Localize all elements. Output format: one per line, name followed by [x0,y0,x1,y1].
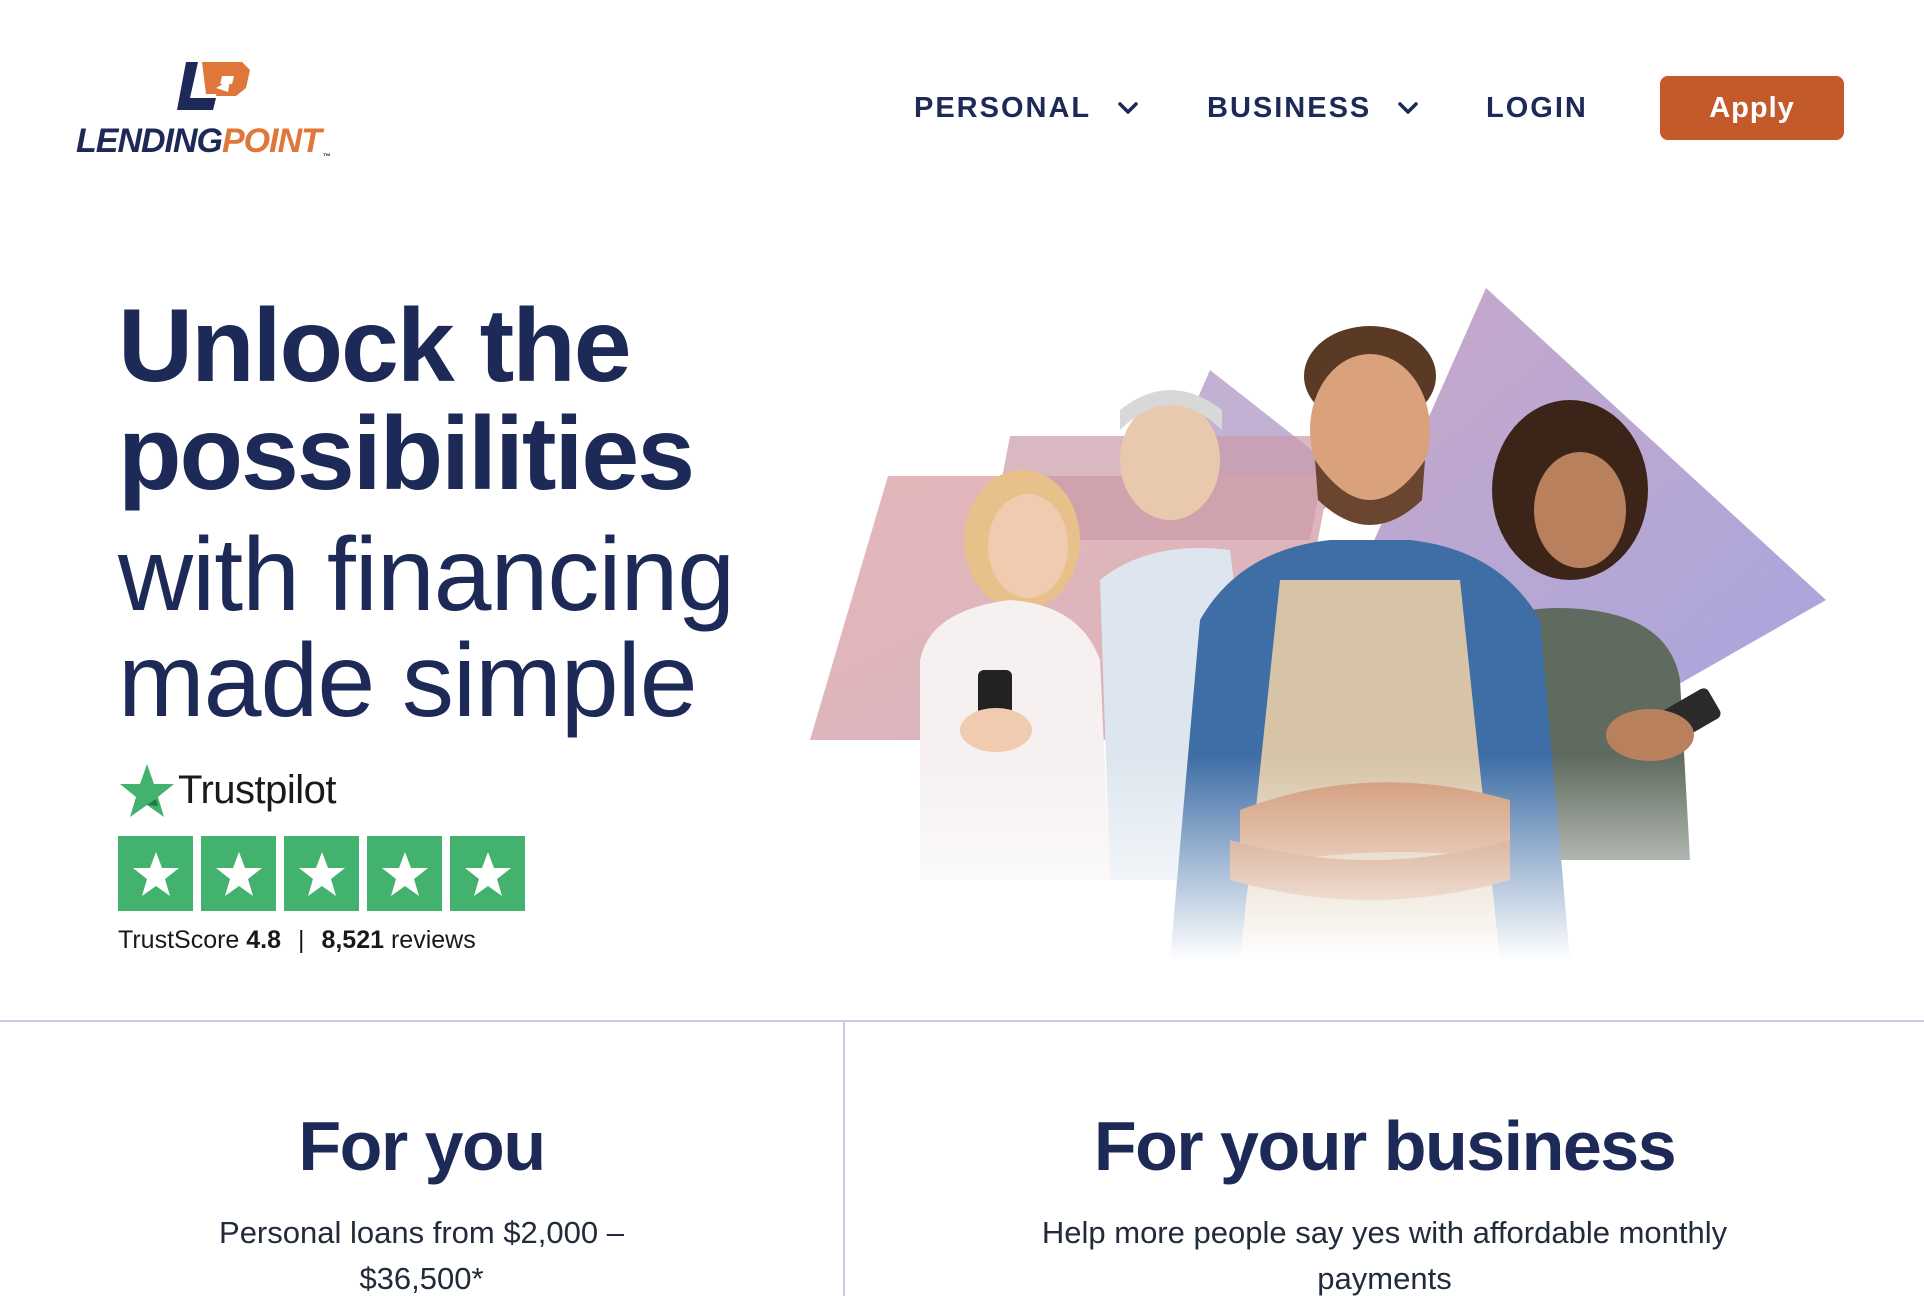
lendingpoint-logo-mark-icon [177,62,250,110]
site-header: LENDINGPOINT ™ PERSONAL BUSINESS LOGIN Ap… [0,0,1924,200]
nav-business[interactable]: BUSINESS [1207,76,1421,140]
trustscore-separator: | [298,926,305,954]
hero-headline: Unlock the possibilities with financing … [118,292,818,734]
reviews-label: reviews [390,926,476,954]
rating-star-icon [201,836,276,911]
hero-title-line-1: Unlock the [118,288,632,404]
trustpilot-score: TrustScore 4.8 | 8,521 reviews [118,926,476,955]
card-for-you-title: For you [298,1107,546,1185]
logo-wordmark: LENDINGPOINT ™ [76,122,331,161]
trustpilot-star-icon [120,764,174,817]
nav-personal[interactable]: PERSONAL [914,76,1141,140]
card-for-you[interactable]: For you Personal loans from $2,000 – $36… [0,1022,843,1296]
logo-trademark: ™ [322,152,331,161]
nav-personal-label: PERSONAL [914,91,1092,124]
card-for-business-text: Help more people say yes with affordable… [1041,1215,1728,1296]
hero-title-line-4: made simple [118,623,698,739]
lendingpoint-logo[interactable]: LENDINGPOINT ™ [76,58,356,163]
trustpilot-brand-text: Trustpilot [178,767,337,812]
rating-star-icon [118,836,193,911]
nav-business-label: BUSINESS [1207,91,1372,124]
hero-title-line-3: with financing [118,517,735,633]
card-for-business-title: For your business [1093,1107,1677,1185]
rating-star-icon [284,836,359,911]
card-for-you-text: Personal loans from $2,000 – $36,500* [219,1215,624,1296]
trustpilot-brand: Trustpilot [118,762,337,818]
chevron-down-icon [1115,95,1141,121]
hero-title-line-2: possibilities [118,396,695,512]
trustpilot-star-rating [118,836,525,911]
reviews-count: 8,521 [321,926,385,954]
trustscore-label: TrustScore [118,926,240,954]
rating-star-icon [367,836,442,911]
logo-text-point: POINT [222,122,322,160]
nav-login[interactable]: LOGIN [1486,76,1588,140]
card-for-business[interactable]: For your business Help more people say y… [845,1022,1924,1296]
trustscore-value: 4.8 [246,926,282,954]
trustpilot-widget[interactable]: Trustpilot TrustScore 4.8 | 8,521 review… [118,762,538,962]
hero-image-people [810,280,1826,960]
nav-login-label: LOGIN [1486,91,1588,124]
rating-star-icon [450,836,525,911]
logo-text-lending: LENDING [76,122,223,160]
chevron-down-icon [1395,95,1421,121]
apply-button[interactable]: Apply [1660,76,1844,140]
